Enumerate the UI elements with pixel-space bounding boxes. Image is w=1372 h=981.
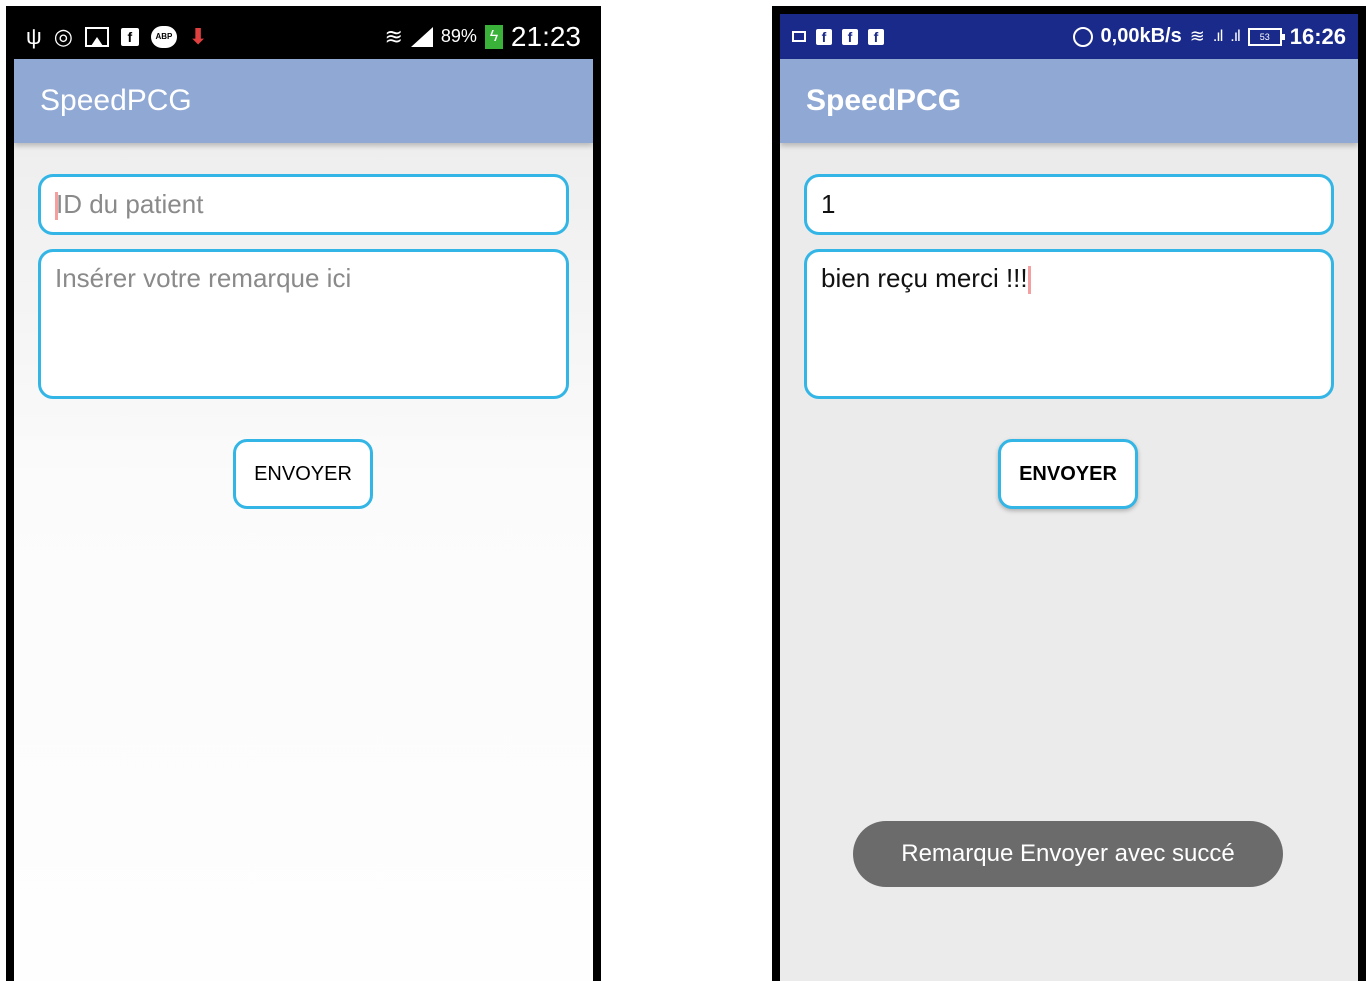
signal-sim2-icon: .ıl [1230,27,1241,45]
text-cursor [1027,266,1031,295]
battery-percent: 89% [440,26,477,46]
battery-charging-icon: ϟ [484,24,503,49]
wifi-icon: ≋ [384,23,403,49]
form-content: ID du patient Insérer votre remarque ici… [14,143,593,981]
patient-id-placeholder: ID du patient [56,189,204,219]
phone-screen-right: f f f 0,00kB/s ≋ .ıl .ıl 53 16:26 SpeedP… [772,6,1366,981]
signal-sim1-icon: .ıl [1212,27,1224,45]
data-saver-icon [1072,26,1093,47]
facebook-icon: f [842,28,858,45]
network-speed: 0,00kB/s [1100,25,1182,47]
status-time: 16:26 [1289,23,1346,49]
remark-placeholder: Insérer votre remarque ici [55,263,352,293]
status-bar: f f f 0,00kB/s ≋ .ıl .ıl 53 16:26 [780,14,1358,59]
patient-id-input[interactable]: 1 [804,174,1334,235]
wifi-icon: ≋ [1189,26,1205,46]
remark-value: bien reçu merci !!! [821,263,1028,293]
signal-icon [410,26,433,47]
phone-screen-left: ψ ◎ f ABP ⬇ ≋ 89% ϟ 21:23 SpeedPCG ID du… [6,6,601,981]
remark-input[interactable]: Insérer votre remarque ici [38,249,569,399]
app-title: SpeedPCG [40,84,192,117]
image-icon [792,31,806,42]
adblock-icon: ABP [150,25,177,48]
toast-message: Remarque Envoyer avec succé [853,821,1283,887]
patient-id-input[interactable]: ID du patient [38,174,569,235]
facebook-icon: f [816,28,832,45]
battery-icon: 53 [1247,27,1285,46]
patient-id-value: 1 [821,189,836,219]
facebook-icon: f [868,28,884,45]
app-title: SpeedPCG [806,84,962,117]
send-button[interactable]: ENVOYER [233,439,373,509]
app-bar: SpeedPCG [780,59,1358,143]
send-button[interactable]: ENVOYER [998,439,1138,509]
status-time: 21:23 [510,20,581,52]
facebook-icon: f [120,27,139,46]
download-icon: ⬇ [188,23,208,49]
accessibility-icon: ◎ [53,23,73,49]
form-content: 1 bien reçu merci !!! ENVOYER Remarque E… [780,143,1358,981]
image-icon [84,26,109,47]
status-bar: ψ ◎ f ABP ⬇ ≋ 89% ϟ 21:23 [14,14,593,59]
usb-icon: ψ [26,23,42,49]
app-bar: SpeedPCG [14,59,593,143]
remark-input[interactable]: bien reçu merci !!! [804,249,1334,399]
